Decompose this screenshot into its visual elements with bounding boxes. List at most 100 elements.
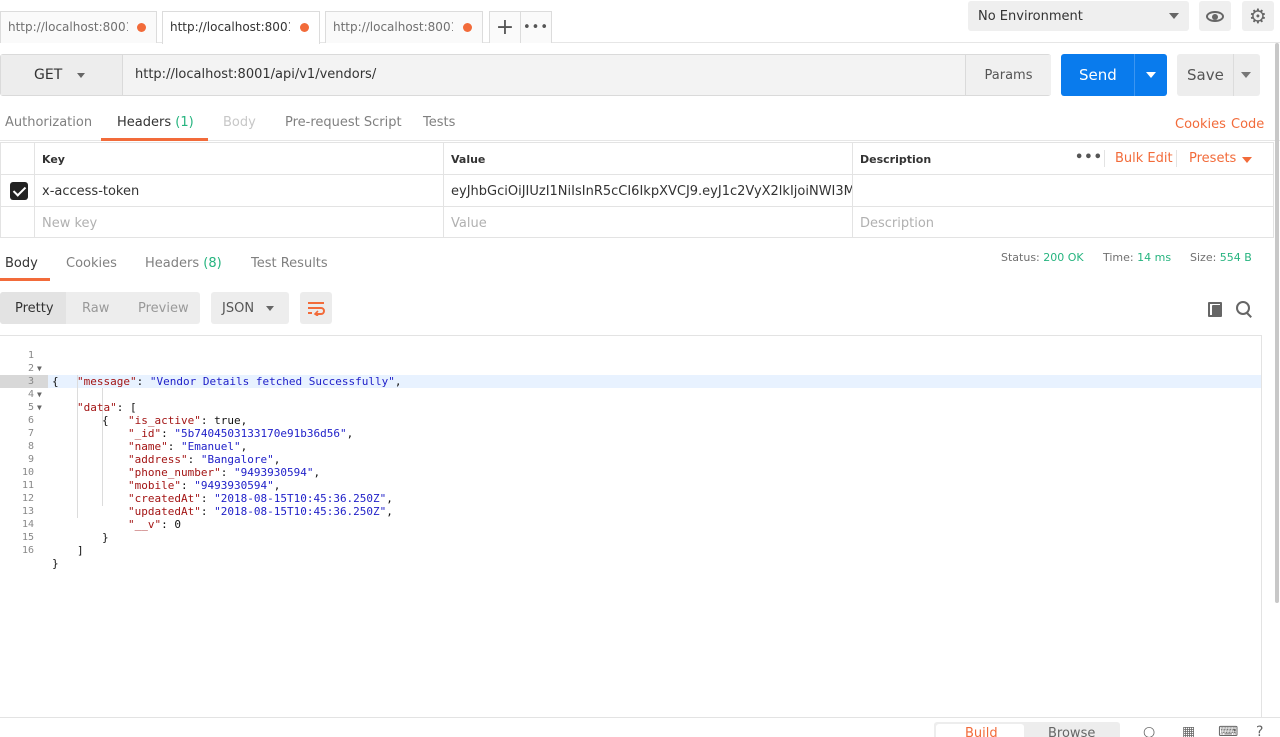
- tab-authorization[interactable]: Authorization: [5, 115, 92, 130]
- plus-icon: +: [495, 15, 515, 40]
- send-label: Send: [1079, 66, 1117, 84]
- tab-tests[interactable]: Tests: [423, 115, 455, 130]
- code-line-1: 1 ▼ {: [0, 336, 59, 388]
- tab-prerequest-script[interactable]: Pre-request Script: [285, 115, 402, 130]
- tab-headers[interactable]: Headers (1): [117, 115, 194, 130]
- fold-arrow-icon[interactable]: ▼: [37, 388, 42, 401]
- code-text: "data": [: [77, 401, 137, 414]
- params-button[interactable]: Params: [965, 55, 1051, 95]
- code-line-8: 8 "address": "Bangalore",: [0, 427, 280, 466]
- request-tab-label: http://localhost:8001/api/v1/vendors/: [333, 20, 453, 34]
- url-input[interactable]: http://localhost:8001/api/v1/vendors/: [124, 55, 965, 95]
- json-key: "_id": [128, 427, 162, 440]
- send-divider: [1134, 54, 1135, 96]
- chevron-down-icon: [1169, 13, 1179, 19]
- header-value-field[interactable]: eyJhbGciOiJIUzI1NiIsInR5cCI6IkpXVCJ9.eyJ…: [443, 175, 852, 206]
- code-link[interactable]: Code: [1231, 117, 1264, 132]
- tab-response-headers-label: Headers: [145, 256, 200, 271]
- status-label: Status:: [1001, 251, 1040, 264]
- request-tab-3[interactable]: http://localhost:8001/api/v1/vendors/: [325, 11, 483, 43]
- code-text: "is_active": true,: [128, 414, 248, 427]
- code-text: "mobile": "9493930594",: [128, 479, 281, 492]
- code-text: "__v": 0: [128, 518, 181, 531]
- headers-table: Key Value Description ••• Bulk Edit Pres…: [0, 142, 1274, 238]
- code-line-11: 11 "createdAt": "2018-08-15T10:45:36.250…: [0, 466, 393, 505]
- save-button[interactable]: Save: [1177, 54, 1260, 96]
- tab-body[interactable]: Body: [223, 115, 256, 130]
- tab-test-results[interactable]: Test Results: [251, 256, 328, 271]
- size-label: Size:: [1190, 251, 1217, 264]
- save-label: Save: [1187, 66, 1224, 84]
- build-button[interactable]: Build: [965, 726, 998, 737]
- time-label: Time:: [1103, 251, 1134, 264]
- new-description-field[interactable]: Description: [852, 207, 1273, 238]
- json-value: 0: [174, 518, 181, 531]
- new-value-field[interactable]: Value: [443, 207, 852, 238]
- response-status: Status: 200 OK: [1001, 251, 1084, 264]
- wrap-lines-button[interactable]: [300, 292, 332, 324]
- json-key: "phone_number": [128, 466, 221, 479]
- send-button[interactable]: Send: [1061, 54, 1167, 96]
- divider: [1176, 150, 1177, 167]
- code-line-9: 9 "phone_number": "9493930594",: [0, 440, 320, 479]
- new-key-field[interactable]: New key: [34, 207, 443, 238]
- json-key: "is_active": [128, 414, 201, 427]
- cookies-link[interactable]: Cookies: [1175, 117, 1226, 132]
- environment-select[interactable]: No Environment: [968, 1, 1189, 31]
- keyboard-shortcut-icon[interactable]: ⌨: [1218, 724, 1238, 737]
- code-text: "phone_number": "9493930594",: [128, 466, 321, 479]
- layout-icon[interactable]: ▦: [1182, 724, 1195, 737]
- preview-button[interactable]: Preview: [138, 301, 189, 316]
- bulk-edit-button[interactable]: Bulk Edit: [1115, 151, 1173, 166]
- table-row-new: New key Value Description: [1, 207, 1273, 239]
- raw-button[interactable]: Raw: [82, 301, 109, 316]
- tab-response-cookies[interactable]: Cookies: [66, 256, 117, 271]
- code-line-6: 6 "_id": "5b7404503133170e91b36d56",: [0, 401, 353, 440]
- fold-arrow-icon[interactable]: ▼: [37, 362, 42, 375]
- tab-response-headers[interactable]: Headers (8): [145, 256, 222, 271]
- code-text: "address": "Bangalore",: [128, 453, 281, 466]
- help-icon[interactable]: ?: [1256, 724, 1263, 737]
- presets-button[interactable]: Presets: [1189, 151, 1236, 166]
- chevron-down-icon[interactable]: [1241, 72, 1251, 78]
- header-key-field[interactable]: x-access-token: [34, 175, 443, 206]
- size-value: 554 B: [1219, 251, 1252, 264]
- scrollbar[interactable]: [1275, 43, 1279, 603]
- search-icon[interactable]: ○: [1143, 724, 1155, 737]
- code-text: "name": "Emanuel",: [128, 440, 248, 453]
- method-select[interactable]: GET: [1, 55, 123, 95]
- save-divider: [1233, 54, 1234, 96]
- fold-arrow-icon[interactable]: ▼: [37, 401, 42, 414]
- code-line-4: 4 ▼ {: [0, 375, 109, 427]
- new-tab-button[interactable]: +: [489, 11, 521, 43]
- json-key: "__v": [128, 518, 162, 531]
- header-description-field[interactable]: [852, 175, 1273, 206]
- search-icon[interactable]: [1236, 301, 1252, 317]
- tab-headers-label: Headers: [117, 115, 172, 130]
- copy-icon[interactable]: [1208, 302, 1222, 317]
- manage-environments-button[interactable]: ⚙: [1242, 1, 1274, 31]
- tab-response-headers-count: (8): [203, 256, 222, 271]
- line-number: 16: [21, 545, 34, 556]
- chevron-down-icon[interactable]: [1146, 72, 1156, 78]
- json-value: "9493930594": [233, 466, 314, 479]
- tab-response-body[interactable]: Body: [5, 256, 38, 271]
- json-key: "message": [77, 375, 137, 388]
- request-tab-2[interactable]: http://localhost:8001/api/v1/vendors/: [162, 11, 320, 44]
- request-tab-1[interactable]: http://localhost:8001/api/v1/vendors/: [0, 11, 157, 43]
- response-body-editor[interactable]: 1 ▼ { 2 "message": "Vendor Details fetch…: [0, 335, 1262, 717]
- environment-quick-look-button[interactable]: [1199, 1, 1231, 31]
- tab-options-button[interactable]: •••: [520, 11, 552, 43]
- browse-button[interactable]: Browse: [1048, 726, 1095, 737]
- ellipsis-icon[interactable]: •••: [1075, 150, 1103, 165]
- header-enabled-checkbox[interactable]: [10, 182, 28, 200]
- indent-guide: [77, 375, 78, 518]
- code-text: }: [52, 557, 59, 570]
- code-text: "updatedAt": "2018-08-15T10:45:36.250Z",: [128, 505, 393, 518]
- status-bar: Build Browse ○ ▦ ⌨ ?: [0, 717, 1280, 737]
- response-format-select[interactable]: JSON: [211, 292, 289, 324]
- pretty-button[interactable]: Pretty: [15, 301, 54, 316]
- json-key: "address": [128, 453, 188, 466]
- json-value: "5b7404503133170e91b36d56": [174, 427, 347, 440]
- request-tab-bar: http://localhost:8001/api/v1/vendors/ ht…: [0, 0, 1280, 44]
